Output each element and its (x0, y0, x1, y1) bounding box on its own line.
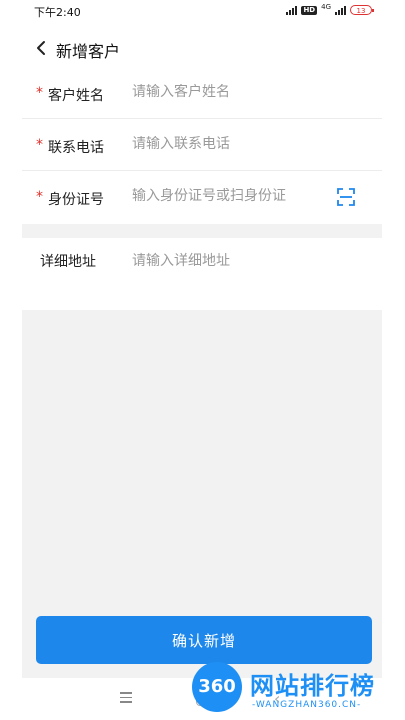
field-id-number: * 身份证号 (22, 172, 382, 224)
app-screen: 下午2:40 HD 4G 13 新增客户 * 客户姓名 * 联系电话 * 身份证… (22, 0, 382, 720)
network-type: 4G (321, 3, 331, 11)
id-number-input[interactable] (132, 188, 312, 204)
status-time: 下午2:40 (34, 6, 81, 19)
field-label: 身份证号 (48, 192, 104, 208)
watermark-brand: 网站排行榜 (250, 672, 375, 700)
required-mark: * (36, 189, 43, 205)
required-mark: * (36, 137, 43, 153)
hd-badge: HD (301, 5, 318, 15)
header-bar: 新增客户 (22, 28, 382, 68)
field-label: 客户姓名 (48, 88, 104, 104)
customer-name-input[interactable] (132, 84, 322, 100)
page-title: 新增客户 (56, 42, 121, 61)
status-icons: HD 4G 13 (286, 3, 374, 15)
scan-icon[interactable] (336, 187, 356, 207)
watermark-logo: 360 (192, 662, 242, 712)
field-phone: * 联系电话 (22, 120, 382, 171)
field-label: 联系电话 (48, 140, 104, 156)
field-customer-name: * 客户姓名 (22, 68, 382, 119)
battery-icon: 13 (350, 5, 374, 15)
menu-icon[interactable] (120, 692, 132, 706)
cell-signal-icon (335, 5, 346, 15)
wifi-signal-icon (286, 5, 298, 15)
field-label: 详细地址 (40, 254, 96, 270)
section-divider (22, 224, 382, 238)
back-arrow-icon[interactable] (32, 38, 52, 58)
confirm-add-button[interactable]: 确认新增 (36, 616, 372, 664)
watermark-url: -WANGZHAN360.CN- (252, 700, 362, 710)
status-bar: 下午2:40 HD 4G 13 (22, 0, 382, 24)
field-address: 详细地址 (22, 238, 382, 310)
required-mark: * (36, 85, 43, 101)
phone-input[interactable] (132, 136, 322, 152)
watermark: 360 网站排行榜 -WANGZHAN360.CN- (190, 660, 400, 718)
address-input[interactable] (132, 250, 322, 290)
